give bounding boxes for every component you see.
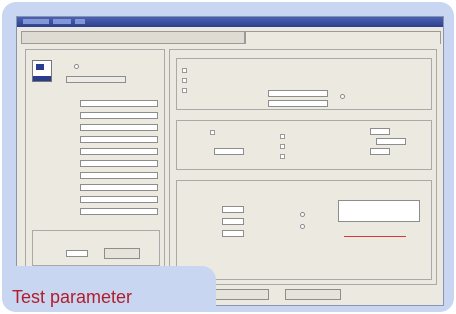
param-field[interactable] xyxy=(222,218,244,225)
small-field[interactable] xyxy=(66,250,88,257)
text-field-3[interactable] xyxy=(80,124,158,131)
bottom-group-box xyxy=(32,230,160,266)
option-checkbox[interactable] xyxy=(280,144,285,149)
dialog-window xyxy=(16,16,444,306)
title-bar xyxy=(17,17,443,27)
param-field[interactable] xyxy=(268,90,328,97)
text-field-4[interactable] xyxy=(80,136,158,143)
option-checkbox[interactable] xyxy=(182,78,187,83)
text-field-5[interactable] xyxy=(80,148,158,155)
option-radio[interactable] xyxy=(340,94,345,99)
text-field-9[interactable] xyxy=(80,196,158,203)
right-settings-panel xyxy=(169,49,437,285)
text-field-7[interactable] xyxy=(80,172,158,179)
param-field[interactable] xyxy=(370,148,390,155)
param-field[interactable] xyxy=(222,230,244,237)
caption-text: Test parameter xyxy=(12,287,133,307)
dialog-button-left[interactable] xyxy=(213,289,269,300)
group-box-bottom xyxy=(176,180,432,280)
option-checkbox[interactable] xyxy=(280,154,285,159)
text-field-1[interactable] xyxy=(80,100,158,107)
title-bar-text xyxy=(23,18,89,25)
text-field-2[interactable] xyxy=(80,112,158,119)
param-field[interactable] xyxy=(370,128,390,135)
preview-box xyxy=(32,60,52,82)
option-checkbox[interactable] xyxy=(280,134,285,139)
param-field[interactable] xyxy=(214,148,244,155)
option-checkbox[interactable] xyxy=(182,68,187,73)
option-radio[interactable] xyxy=(300,212,305,217)
param-field[interactable] xyxy=(376,138,406,145)
option-checkbox[interactable] xyxy=(182,88,187,93)
caption-box: Test parameter xyxy=(2,266,216,312)
tab-general[interactable] xyxy=(21,31,245,44)
left-settings-panel xyxy=(25,49,165,285)
title-text-block xyxy=(23,19,49,24)
option-field[interactable] xyxy=(66,76,126,83)
group-box-middle xyxy=(176,120,432,170)
panel-button[interactable] xyxy=(104,248,140,259)
result-box xyxy=(338,200,420,222)
dialog-button-right[interactable] xyxy=(285,289,341,300)
screenshot-card: Test parameter xyxy=(2,2,454,312)
text-field-8[interactable] xyxy=(80,184,158,191)
param-field[interactable] xyxy=(222,206,244,213)
option-radio[interactable] xyxy=(300,224,305,229)
option-radio[interactable] xyxy=(74,64,79,69)
text-field-6[interactable] xyxy=(80,160,158,167)
status-indicator xyxy=(344,236,406,237)
text-field-10[interactable] xyxy=(80,208,158,215)
param-field[interactable] xyxy=(268,100,328,107)
title-text-block xyxy=(75,19,85,24)
option-checkbox[interactable] xyxy=(210,130,215,135)
tab-test-parameter[interactable] xyxy=(245,31,441,44)
title-text-block xyxy=(53,19,71,24)
